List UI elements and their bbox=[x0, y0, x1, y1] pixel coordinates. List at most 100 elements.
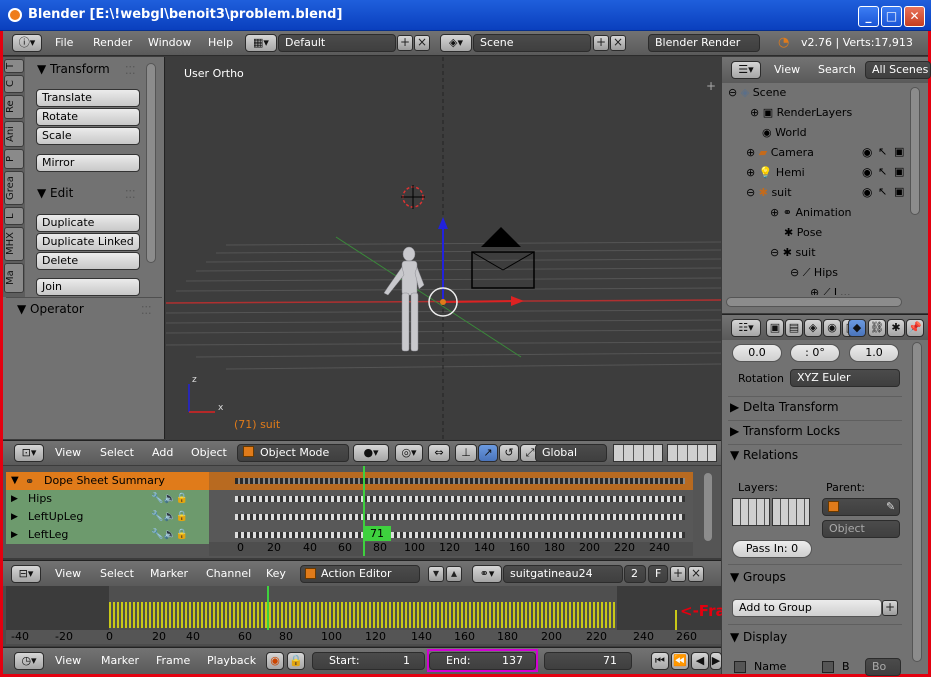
current-frame-indicator[interactable]: 71 bbox=[363, 526, 391, 541]
delta-transform-header[interactable]: ▶ Delta Transform bbox=[730, 400, 839, 414]
rotation-mode-select[interactable]: XYZ Euler bbox=[790, 369, 900, 387]
add-group-plus-button[interactable]: + bbox=[882, 600, 898, 616]
drag-handle-icon[interactable]: ⁚⁚⁚ bbox=[125, 188, 136, 201]
properties-panel[interactable]: 0.0 : 0° 1.0 Rotation XYZ Euler ▶ Delta … bbox=[722, 340, 928, 676]
stash-button[interactable]: ▴ bbox=[446, 566, 462, 582]
add-screen-button[interactable]: + bbox=[397, 35, 413, 51]
name-checkbox[interactable] bbox=[734, 661, 746, 673]
add-scene-button[interactable]: + bbox=[593, 35, 609, 51]
3d-viewport[interactable]: User Ortho (71) suit z x + bbox=[166, 57, 721, 439]
pin-icon[interactable]: 📌 bbox=[906, 319, 924, 337]
scene-icon[interactable]: ◈▾ bbox=[440, 34, 472, 52]
play-reverse-icon[interactable]: ◀ bbox=[691, 652, 709, 670]
transform-panel-header[interactable]: ▼ Transform bbox=[37, 62, 110, 76]
edit-panel-header[interactable]: ▼ Edit bbox=[37, 186, 73, 200]
expand-arrow-icon[interactable]: ▶ bbox=[11, 530, 18, 540]
prev-keyframe-icon[interactable]: ⏪ bbox=[671, 652, 689, 670]
action-users-count[interactable]: 2 bbox=[624, 565, 646, 583]
rotate-manipulator-icon[interactable]: ↺ bbox=[499, 444, 519, 462]
tab-mhx[interactable]: MHX bbox=[4, 227, 24, 261]
menu-view[interactable]: View bbox=[55, 446, 81, 459]
outliner-item-l[interactable]: ⊕ ⟋ L... bbox=[810, 283, 931, 295]
outliner-item-suit-armature[interactable]: ⊖ ✱ suit bbox=[770, 243, 931, 263]
outliner-item-scene[interactable]: ⊖ ◈ Scene bbox=[728, 83, 918, 103]
menu-frame[interactable]: Frame bbox=[156, 654, 190, 667]
tab-tools[interactable]: T bbox=[4, 59, 24, 73]
outliner[interactable]: ⊖ ◈ Scene ⊕ ▣ RenderLayers ◉ World ⊕ ▰ C… bbox=[722, 83, 928, 313]
renderlayer-tab-icon[interactable]: ▤ bbox=[785, 319, 803, 337]
gizmo-x-axis[interactable] bbox=[442, 300, 519, 303]
shading-icon[interactable]: ●▾ bbox=[353, 444, 389, 462]
duplicate-linked-button[interactable]: Duplicate Linked bbox=[36, 233, 140, 251]
leftleg-keyframes[interactable] bbox=[235, 532, 685, 538]
toggle-properties-icon[interactable]: + bbox=[706, 79, 716, 93]
visibility-eye-icon[interactable]: ◉ bbox=[862, 185, 872, 199]
menu-file[interactable]: File bbox=[55, 36, 73, 49]
screen-layout-icon[interactable]: ▦▾ bbox=[245, 34, 277, 52]
menu-help[interactable]: Help bbox=[208, 36, 233, 49]
character-suit[interactable] bbox=[383, 246, 425, 352]
constraints-tab-icon[interactable]: ⛓ bbox=[868, 319, 886, 337]
scene-field[interactable]: Scene bbox=[473, 34, 591, 52]
editor-type-dopesheet-icon[interactable]: ⊟▾ bbox=[11, 565, 41, 583]
tool-shelf-scrollbar[interactable] bbox=[146, 63, 156, 263]
translate-manipulator-icon[interactable]: ↗ bbox=[478, 444, 498, 462]
eyedropper-icon[interactable]: ✎ bbox=[886, 500, 895, 513]
hips-keyframes[interactable] bbox=[235, 496, 685, 502]
gizmo-z-arrow[interactable] bbox=[438, 217, 448, 229]
tab-relations[interactable]: Re bbox=[4, 95, 24, 119]
leftupleg-keyframes[interactable] bbox=[235, 514, 685, 520]
orientation-select[interactable]: Global bbox=[535, 444, 607, 462]
tab-ma[interactable]: Ma bbox=[4, 263, 24, 293]
bounds-checkbox[interactable] bbox=[822, 661, 834, 673]
menu-playback[interactable]: Playback bbox=[207, 654, 256, 667]
properties-scrollbar[interactable] bbox=[912, 342, 922, 662]
menu-marker[interactable]: Marker bbox=[150, 567, 188, 580]
render-camera-icon[interactable]: ▣ bbox=[894, 145, 904, 158]
object-data-tab-icon[interactable]: ◆ bbox=[848, 319, 866, 337]
modifiers-tab-icon[interactable]: ✱ bbox=[887, 319, 905, 337]
relations-header[interactable]: ▼ Relations bbox=[730, 448, 798, 462]
timeline[interactable]: <-Frame 250 -40 -20 0 20 40 60 80 100 12… bbox=[3, 586, 788, 646]
outliner-hscrollbar[interactable] bbox=[726, 297, 902, 307]
play-icon[interactable]: ▶ bbox=[710, 652, 722, 670]
action-browse-icon[interactable]: ⚭▾ bbox=[472, 565, 502, 583]
drag-handle-icon[interactable]: ⁚⁚⁚ bbox=[125, 64, 136, 77]
remove-scene-button[interactable]: × bbox=[610, 35, 626, 51]
editor-type-timeline-icon[interactable]: ◷▾ bbox=[14, 652, 44, 670]
transform-locks-header[interactable]: ▶ Transform Locks bbox=[730, 424, 840, 438]
translate-button[interactable]: Translate bbox=[36, 89, 140, 107]
snap-icon[interactable]: ⇔ bbox=[428, 444, 450, 462]
expand-arrow-icon[interactable]: ▼ bbox=[11, 475, 19, 486]
select-cursor-icon[interactable]: ↖ bbox=[878, 185, 887, 198]
scale-button[interactable]: Scale bbox=[36, 127, 140, 145]
outliner-item-pose[interactable]: ✱ Pose bbox=[784, 223, 931, 243]
operator-panel-header[interactable]: ▼ Operator bbox=[17, 302, 84, 316]
scale-z-field[interactable]: 1.0 bbox=[849, 344, 899, 362]
tab-animation[interactable]: Ani bbox=[4, 121, 24, 147]
render-camera-icon[interactable]: ▣ bbox=[894, 185, 904, 198]
tab-grease-pencil[interactable]: Grea bbox=[4, 171, 24, 205]
outliner-item-animation[interactable]: ⊕ ⚭ Animation bbox=[770, 203, 931, 223]
menu-marker[interactable]: Marker bbox=[101, 654, 139, 667]
menu-window[interactable]: Window bbox=[148, 36, 191, 49]
join-button[interactable]: Join bbox=[36, 278, 140, 296]
manipulator-icon[interactable]: ⊥ bbox=[455, 444, 477, 462]
remove-screen-button[interactable]: × bbox=[414, 35, 430, 51]
mirror-button[interactable]: Mirror bbox=[36, 154, 140, 172]
render-engine-select[interactable]: Blender Render bbox=[648, 34, 760, 52]
menu-channel[interactable]: Channel bbox=[206, 567, 251, 580]
summary-keyframes[interactable] bbox=[235, 478, 685, 484]
dope-sheet[interactable]: Dope Sheet Summary ▼ ⚭ Hips LeftUpLeg Le… bbox=[3, 466, 721, 558]
pivot-icon[interactable]: ◎▾ bbox=[395, 444, 423, 462]
channel-modifiers-icon[interactable]: 🔧🔈🔒 bbox=[151, 511, 188, 522]
action-editor-mode-select[interactable]: Action Editor bbox=[300, 565, 420, 583]
render-tab-icon[interactable]: ▣ bbox=[766, 319, 784, 337]
action-name-field[interactable]: suitgatineau24 bbox=[503, 565, 623, 583]
groups-header[interactable]: ▼ Groups bbox=[730, 570, 786, 584]
bounds-type-select[interactable]: Bo bbox=[865, 658, 901, 676]
rotation-value-field[interactable]: : 0° bbox=[790, 344, 840, 362]
timeline-current-frame[interactable] bbox=[267, 586, 269, 630]
menu-add[interactable]: Add bbox=[152, 446, 173, 459]
select-cursor-icon[interactable]: ↖ bbox=[878, 145, 887, 158]
